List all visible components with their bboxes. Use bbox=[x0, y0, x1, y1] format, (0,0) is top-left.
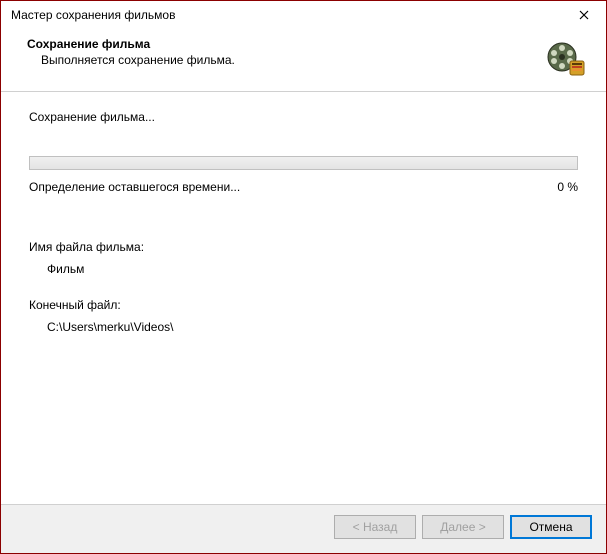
cancel-button[interactable]: Отмена bbox=[510, 515, 592, 539]
progress-status-text: Определение оставшегося времени... bbox=[29, 180, 240, 194]
filename-label: Имя файла фильма: bbox=[29, 240, 578, 254]
filename-value: Фильм bbox=[47, 262, 578, 276]
progress-section-label: Сохранение фильма... bbox=[29, 110, 578, 124]
header-title: Сохранение фильма bbox=[27, 37, 235, 51]
destination-label: Конечный файл: bbox=[29, 298, 578, 312]
back-button: < Назад bbox=[334, 515, 416, 539]
titlebar: Мастер сохранения фильмов bbox=[1, 1, 606, 29]
window-title: Мастер сохранения фильмов bbox=[11, 8, 175, 22]
wizard-window: Мастер сохранения фильмов Сохранение фил… bbox=[0, 0, 607, 554]
film-reel-icon bbox=[546, 39, 586, 79]
wizard-header: Сохранение фильма Выполняется сохранение… bbox=[1, 29, 606, 91]
destination-value: C:\Users\merku\Videos\ bbox=[47, 320, 578, 334]
close-icon bbox=[579, 10, 589, 20]
header-subtitle: Выполняется сохранение фильма. bbox=[41, 53, 235, 67]
next-button: Далее > bbox=[422, 515, 504, 539]
header-text-block: Сохранение фильма Выполняется сохранение… bbox=[27, 37, 235, 67]
progress-status-row: Определение оставшегося времени... 0 % bbox=[29, 180, 578, 194]
wizard-footer: < Назад Далее > Отмена bbox=[1, 504, 606, 553]
progress-percent: 0 % bbox=[557, 180, 578, 194]
wizard-content: Сохранение фильма... Определение оставше… bbox=[1, 92, 606, 504]
progress-bar bbox=[29, 156, 578, 170]
close-button[interactable] bbox=[568, 4, 600, 26]
